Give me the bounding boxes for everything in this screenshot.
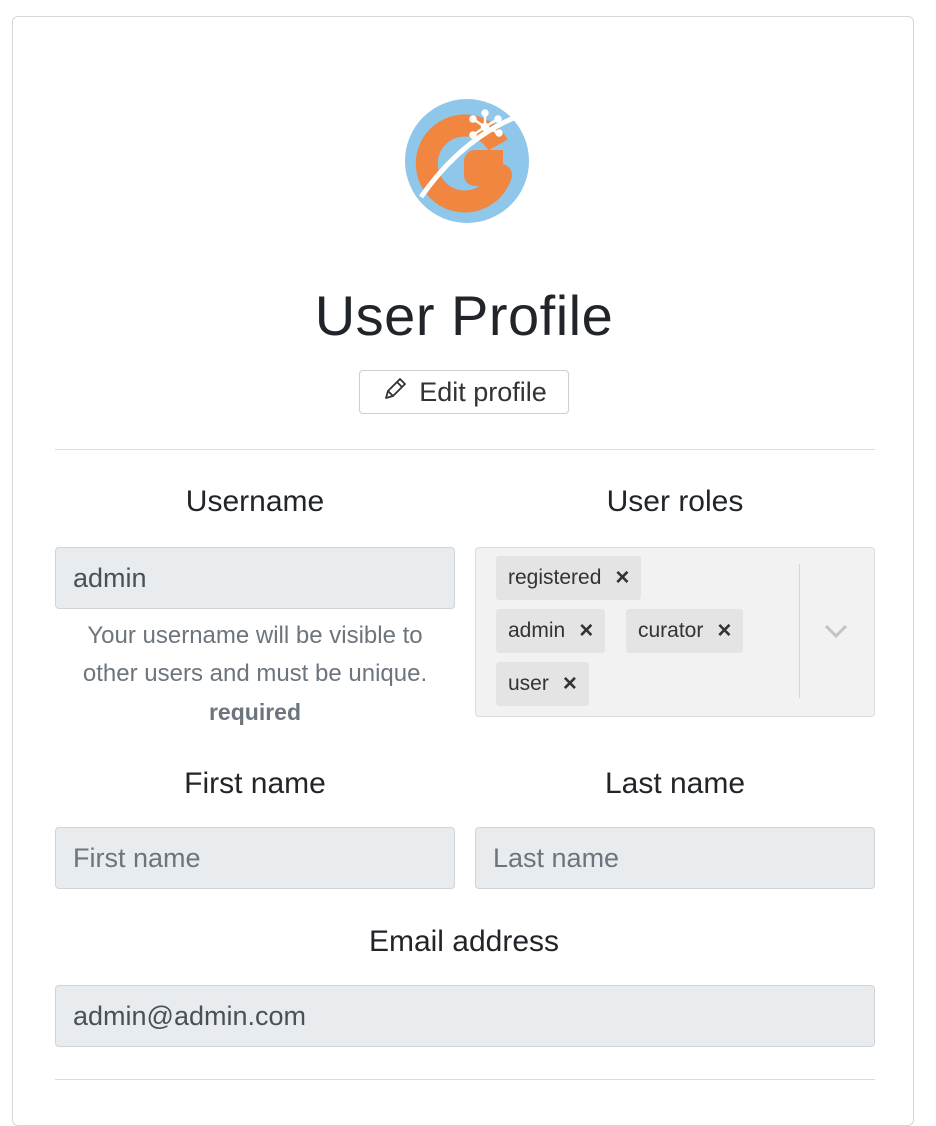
role-tag-label: curator: [638, 619, 704, 642]
first-name-label: First name: [184, 767, 326, 800]
role-tag-user: user ×: [496, 662, 589, 706]
divider-top: [55, 449, 875, 450]
role-tag-label: registered: [508, 566, 602, 589]
role-tag-label: admin: [508, 619, 566, 642]
last-name-label: Last name: [604, 767, 746, 800]
last-name-input[interactable]: [475, 827, 875, 889]
username-input[interactable]: [55, 547, 455, 609]
galaxy-logo: [403, 97, 531, 225]
email-label: Email address: [368, 925, 560, 958]
remove-role-icon[interactable]: ×: [615, 564, 629, 592]
required-label: required: [208, 699, 302, 725]
edit-profile-button[interactable]: Edit profile: [359, 370, 569, 414]
username-help-line1: Your username will be visible to: [87, 622, 423, 649]
user-roles-select[interactable]: registered × admin × curator × user ×: [475, 547, 875, 717]
edit-profile-label: Edit profile: [419, 376, 547, 407]
role-tag-label: user: [508, 672, 549, 695]
username-help-line2: other users and must be unique.: [82, 660, 428, 687]
email-input[interactable]: [55, 985, 875, 1047]
user-roles-label: User roles: [606, 485, 744, 518]
divider-bottom: [55, 1079, 875, 1080]
username-label: Username: [185, 485, 325, 518]
remove-role-icon[interactable]: ×: [563, 670, 577, 698]
profile-card: User Profile Edit profile Username Your …: [12, 16, 914, 1126]
first-name-input[interactable]: [55, 827, 455, 889]
role-tag-registered: registered ×: [496, 556, 642, 600]
roles-separator: [799, 564, 800, 698]
page-title: User Profile: [314, 284, 614, 347]
remove-role-icon[interactable]: ×: [717, 617, 731, 645]
chevron-down-icon[interactable]: [821, 616, 851, 646]
role-tag-admin: admin ×: [496, 609, 606, 653]
role-tag-curator: curator ×: [626, 609, 744, 653]
username-help: Your username will be visible to other u…: [55, 617, 455, 731]
remove-role-icon[interactable]: ×: [579, 617, 593, 645]
pencil-icon: [381, 375, 409, 410]
